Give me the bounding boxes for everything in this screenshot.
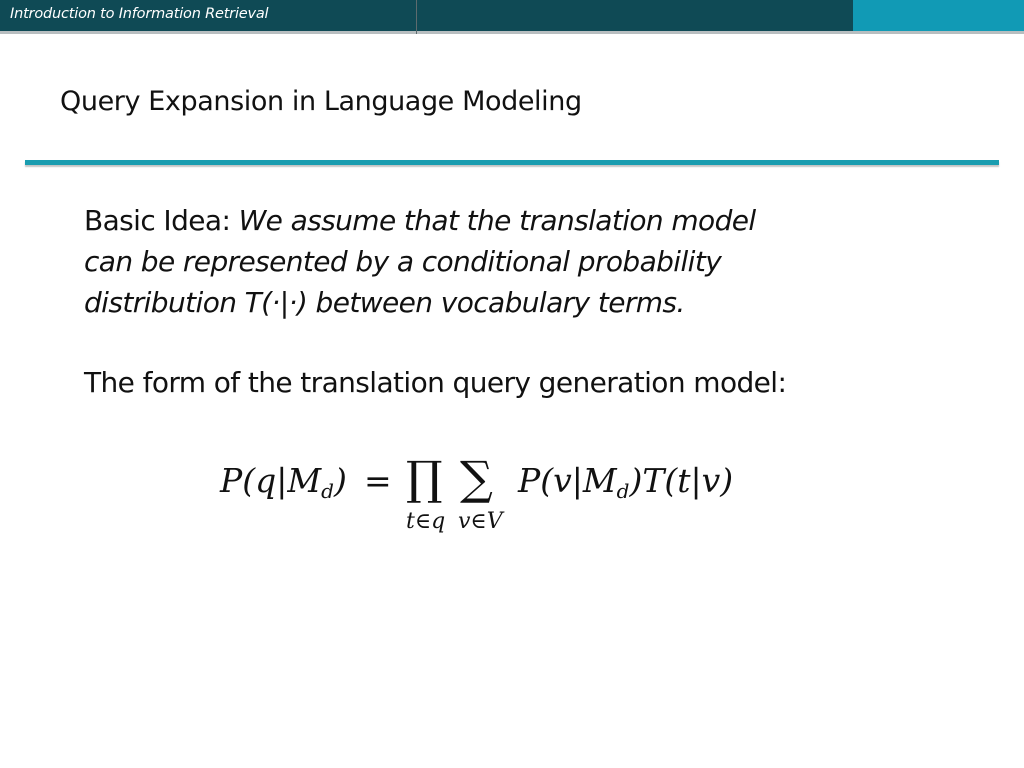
header-accent-block bbox=[853, 0, 1024, 31]
header-divider bbox=[416, 0, 417, 34]
title-underline-rule bbox=[25, 160, 999, 165]
formula-lhs-subscript: d bbox=[321, 479, 334, 503]
course-title: Introduction to Information Retrieval bbox=[10, 6, 269, 22]
formula-lhs-main: P(q|M bbox=[220, 461, 322, 500]
basic-idea-text-3: distribution T(·|·) between vocabulary t… bbox=[84, 286, 685, 319]
basic-idea-label: Basic Idea: bbox=[84, 204, 239, 237]
product-symbol: ∏ bbox=[406, 451, 443, 505]
model-form-statement: The form of the translation query genera… bbox=[84, 366, 787, 399]
formula-rhs-subscript: d bbox=[616, 479, 630, 503]
formula-lhs: P(q|Md) bbox=[220, 461, 347, 503]
sum-limit: v∈V bbox=[458, 509, 503, 534]
translation-model-formula: P(q|Md) = ∏ t∈q ∑ v∈V P(v|Md)T(t|v) bbox=[220, 451, 780, 555]
basic-idea-text-2: can be represented by a conditional prob… bbox=[84, 245, 722, 278]
formula-lhs-close: ) bbox=[333, 461, 347, 500]
product-limit: t∈q bbox=[406, 509, 446, 534]
header-bar: Introduction to Information Retrieval bbox=[0, 0, 1024, 34]
slide-title: Query Expansion in Language Modeling bbox=[60, 86, 582, 117]
sum-symbol: ∑ bbox=[460, 451, 493, 505]
basic-idea-text-1: We assume that the translation model bbox=[238, 204, 757, 237]
basic-idea-line-3: distribution T(·|·) between vocabulary t… bbox=[84, 282, 984, 323]
formula-rhs: P(v|Md)T(t|v) bbox=[518, 461, 733, 503]
basic-idea-line-1: Basic Idea: We assume that the translati… bbox=[84, 200, 984, 241]
formula-equals: = bbox=[364, 461, 392, 500]
formula-rhs-tail: )T(t|v) bbox=[629, 461, 734, 500]
formula-rhs-main: P(v|M bbox=[518, 461, 617, 500]
basic-idea-paragraph: Basic Idea: We assume that the translati… bbox=[84, 200, 984, 323]
basic-idea-line-2: can be represented by a conditional prob… bbox=[84, 241, 984, 282]
